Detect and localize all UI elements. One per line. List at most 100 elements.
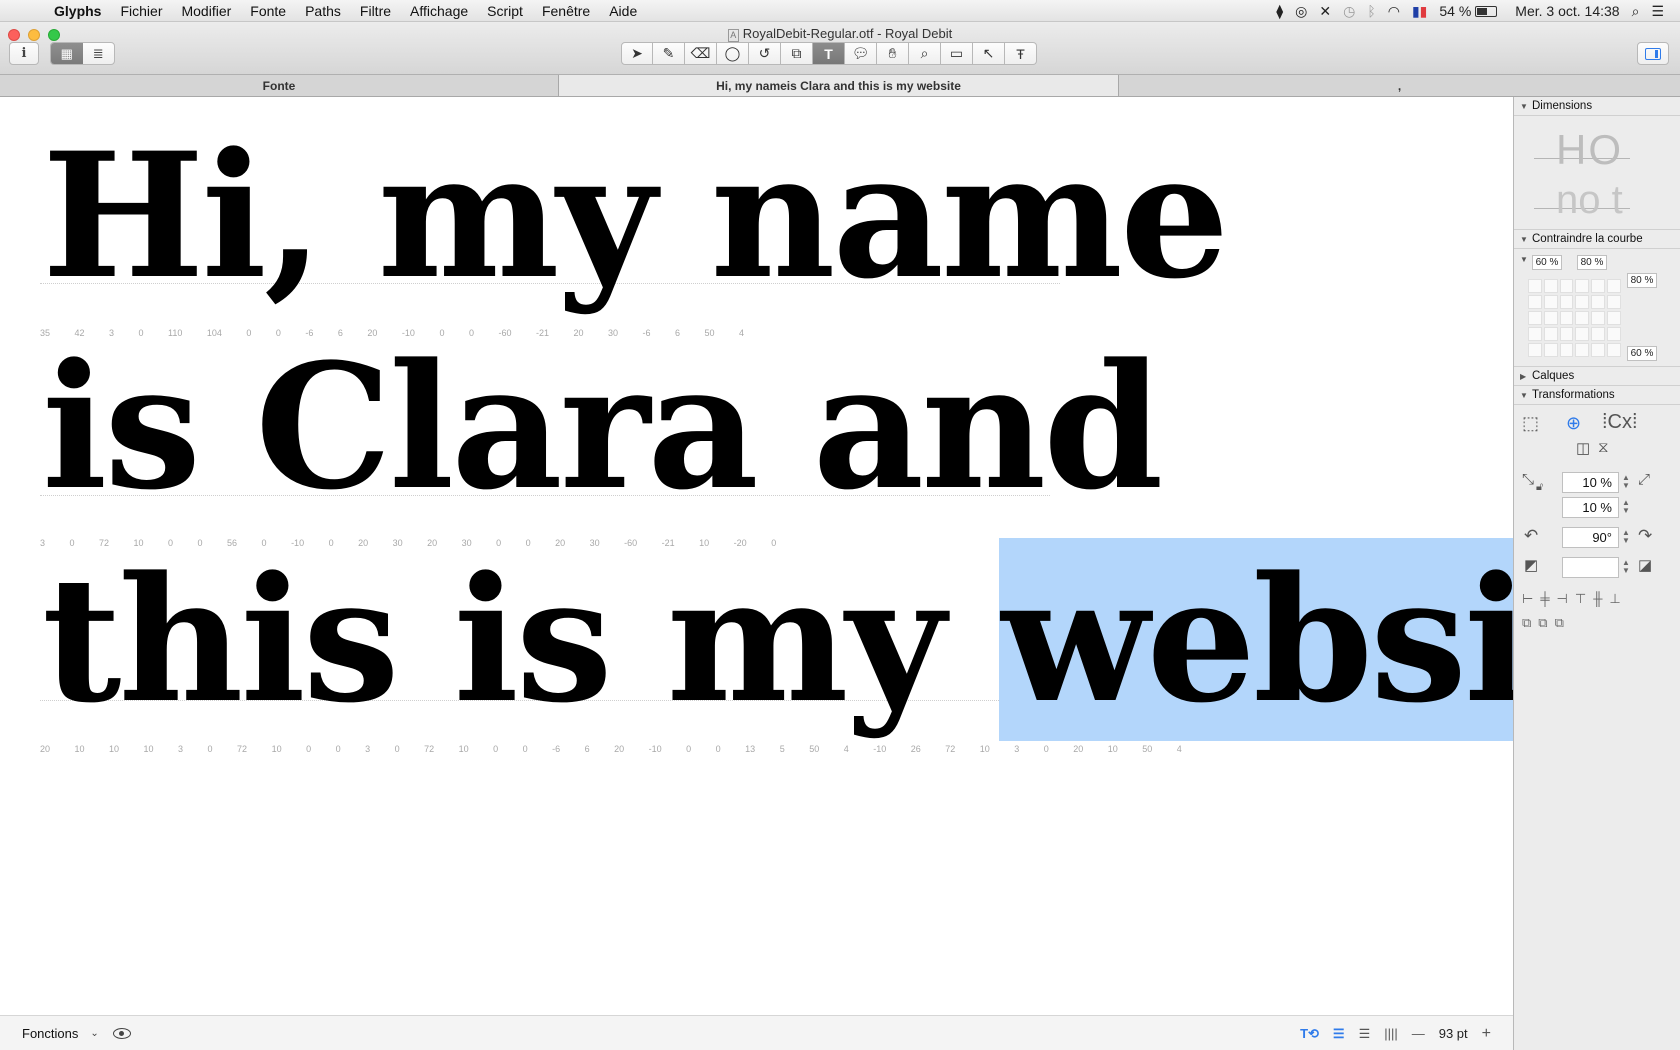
menu-fonte[interactable]: Fonte: [250, 3, 286, 19]
draw-tool-icon[interactable]: ✎: [653, 42, 685, 65]
scale-x-stepper[interactable]: ▲ ▼: [1622, 474, 1630, 490]
align-right-edges-icon[interactable]: ⊣: [1557, 591, 1568, 607]
slant-left-icon[interactable]: ◩: [1524, 556, 1538, 574]
notification-center-icon[interactable]: ☰: [1651, 3, 1664, 20]
edit-canvas[interactable]: Hi, my name 35 42 3 0 110 104 0 0 -6 6 2…: [0, 97, 1513, 1015]
flip-vertical-icon[interactable]: ⧖: [1598, 439, 1609, 456]
curve-field-top-left[interactable]: 60 %: [1532, 255, 1562, 270]
sync-icon[interactable]: ◎: [1295, 3, 1307, 20]
rotate-stepper[interactable]: ▲ ▼: [1622, 529, 1630, 545]
slant-right-icon[interactable]: ◪: [1638, 556, 1652, 574]
eye-icon[interactable]: [112, 1027, 131, 1039]
text-line-2[interactable]: is Clara and: [42, 341, 1163, 513]
align-justify-icon[interactable]: ||||: [1384, 1026, 1398, 1041]
zoom-tool-icon[interactable]: ⌕: [909, 42, 941, 65]
zoom-in-icon[interactable]: +: [1482, 1025, 1491, 1043]
transformations-header[interactable]: ▼ Transformations: [1514, 386, 1680, 405]
tab-third[interactable]: ,: [1119, 75, 1680, 96]
type-tool-icon[interactable]: Ŧ: [1005, 42, 1037, 65]
text-direction-icon[interactable]: T⟲: [1300, 1026, 1319, 1042]
align-bottom-edges-icon[interactable]: ⊥: [1609, 591, 1620, 607]
measure-tool-icon[interactable]: ▭: [941, 42, 973, 65]
layers-header[interactable]: ▶ Calques: [1514, 367, 1680, 386]
text-line-3-plain[interactable]: this is my: [42, 538, 999, 741]
align-left-icon[interactable]: ☰: [1333, 1026, 1345, 1042]
dimensions-header[interactable]: ▼ Dimensions: [1514, 97, 1680, 116]
scale-y-field[interactable]: 10 %: [1562, 497, 1619, 518]
bounding-box-icon[interactable]: ⬚: [1522, 413, 1539, 434]
menu-affichage[interactable]: Affichage: [410, 3, 468, 19]
metric-origin-icon[interactable]: ⁞Cx⁞: [1602, 411, 1638, 434]
bluetooth-icon[interactable]: ᛒ: [1367, 3, 1375, 19]
zoom-out-icon[interactable]: —: [1412, 1026, 1425, 1041]
lock-proportions-icon[interactable]: 🔓︎: [1536, 481, 1543, 494]
menu-filtre[interactable]: Filtre: [360, 3, 391, 19]
intersect-icon[interactable]: ⧉: [1555, 615, 1564, 631]
select-tool-icon[interactable]: ➤: [621, 42, 653, 65]
flag-fr-icon[interactable]: ▮▮: [1412, 3, 1427, 20]
selected-text[interactable]: website: [999, 538, 1513, 741]
time-machine-icon[interactable]: ◷: [1343, 3, 1355, 20]
wifi-icon[interactable]: ◠: [1388, 3, 1400, 20]
union-icon[interactable]: ⧉: [1522, 615, 1531, 631]
eraser-tool-icon[interactable]: ⌫: [685, 42, 717, 65]
tab-edit-text[interactable]: Hi, my nameis Clara and this is my websi…: [559, 75, 1119, 96]
spotlight-icon[interactable]: ⌕: [1632, 3, 1640, 20]
align-h-center-icon[interactable]: ╪: [1540, 591, 1549, 607]
disclosure-open-icon[interactable]: ▼: [1520, 102, 1532, 111]
curve-header[interactable]: ▼ Contraindre la courbe: [1514, 230, 1680, 249]
shape-tool-icon[interactable]: ◯: [717, 42, 749, 65]
curve-grid[interactable]: [1528, 279, 1621, 357]
scale-down-icon[interactable]: ⤡: [1522, 471, 1534, 488]
clock[interactable]: Mer. 3 oct. 14:38: [1515, 3, 1619, 19]
scale-y-stepper[interactable]: ▲ ▼: [1622, 499, 1630, 515]
align-right-icon[interactable]: ☰: [1359, 1026, 1371, 1042]
rotate-tool-icon[interactable]: ↺: [749, 42, 781, 65]
menu-fichier[interactable]: Fichier: [120, 3, 162, 19]
text-line-1[interactable]: Hi, my name: [42, 130, 1229, 302]
slant-field[interactable]: [1562, 557, 1619, 578]
list-view-icon[interactable]: ≣: [83, 43, 115, 64]
dropbox-icon[interactable]: ⧫: [1276, 3, 1283, 20]
rotate-field[interactable]: 90°: [1562, 527, 1619, 548]
hand-tool-icon[interactable]: ✋︎: [877, 42, 909, 65]
slant-stepper[interactable]: ▲ ▼: [1622, 559, 1630, 575]
disclosure-open-icon[interactable]: ▼: [1520, 235, 1532, 244]
menu-script[interactable]: Script: [487, 3, 523, 19]
view-mode-toggle[interactable]: ▦ ≣: [50, 42, 115, 65]
rotate-cw-icon[interactable]: ↷: [1638, 526, 1652, 546]
curve-field-right-top[interactable]: 80 %: [1627, 273, 1657, 288]
menu-paths[interactable]: Paths: [305, 3, 341, 19]
rotate-ccw-icon[interactable]: ↶: [1524, 526, 1538, 546]
disclosure-open-icon[interactable]: ▼: [1520, 255, 1528, 264]
curve-field-right-bottom[interactable]: 60 %: [1627, 346, 1657, 361]
menu-modifier[interactable]: Modifier: [181, 3, 231, 19]
scale-up-icon[interactable]: ⤢: [1638, 471, 1650, 488]
menu-app-glyphs[interactable]: Glyphs: [54, 3, 101, 19]
align-left-edges-icon[interactable]: ⊢: [1522, 591, 1533, 607]
align-v-center-icon[interactable]: ╫: [1593, 591, 1602, 607]
zoom-field[interactable]: 93 pt: [1439, 1026, 1468, 1041]
flip-horizontal-icon[interactable]: ◫: [1576, 439, 1590, 457]
info-button[interactable]: i: [9, 42, 39, 65]
x-tool-icon[interactable]: ✕: [1319, 3, 1331, 20]
text-tool-icon[interactable]: T: [813, 42, 845, 65]
annotation-tool-icon[interactable]: 💬︎: [845, 42, 877, 65]
subtract-icon[interactable]: ⧉: [1538, 615, 1547, 631]
disclosure-closed-icon[interactable]: ▶: [1520, 372, 1532, 381]
scale-x-field[interactable]: 10 %: [1562, 472, 1619, 493]
disclosure-open-icon[interactable]: ▼: [1520, 391, 1532, 400]
battery-percent[interactable]: 54 %: [1439, 3, 1471, 19]
text-line-3[interactable]: this is my website: [42, 538, 1513, 741]
primitives-tool-icon[interactable]: ↖: [973, 42, 1005, 65]
menu-aide[interactable]: Aide: [609, 3, 637, 19]
menu-fenetre[interactable]: Fenêtre: [542, 3, 590, 19]
toggle-sidebar-button[interactable]: [1637, 42, 1669, 65]
align-top-edges-icon[interactable]: ⊤: [1575, 591, 1586, 607]
curve-field-top-right[interactable]: 80 %: [1577, 255, 1607, 270]
grid-view-icon[interactable]: ▦: [51, 43, 83, 64]
tab-font[interactable]: Fonte: [0, 75, 559, 96]
chevron-down-icon[interactable]: ⌄: [90, 1028, 98, 1039]
features-popup[interactable]: Fonctions: [22, 1026, 78, 1041]
origin-point-icon[interactable]: ⊕: [1566, 413, 1581, 434]
